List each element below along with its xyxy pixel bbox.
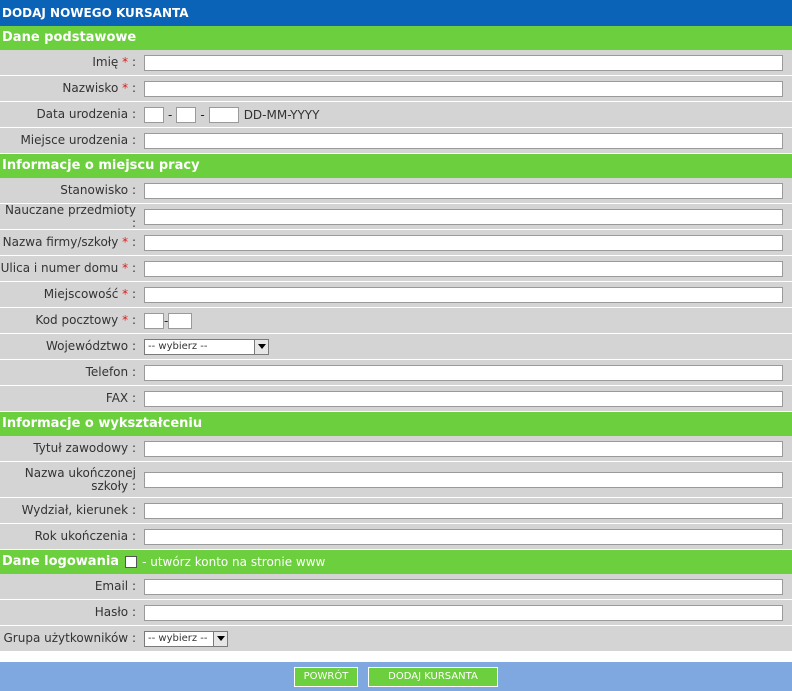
last-name-label: Nazwisko * : [62, 81, 136, 95]
date-separator: - [168, 107, 173, 122]
first-name-label: Imię * : [92, 55, 136, 69]
row-grad-year: Rok ukończenia : [0, 524, 792, 550]
row-user-group: Grupa użytkowników : -- wybierz -- [0, 626, 792, 652]
row-postal-code: Kod pocztowy * : - [0, 308, 792, 334]
row-email: Email : [0, 574, 792, 600]
company-input[interactable] [144, 234, 783, 251]
section-basic-data: Dane podstawowe [0, 26, 792, 50]
subjects-input[interactable] [144, 208, 783, 225]
fax-input[interactable] [144, 390, 783, 407]
province-select-value: -- wybierz -- [148, 341, 208, 352]
postal-code-second-input[interactable] [168, 312, 193, 329]
province-select[interactable]: -- wybierz -- [144, 338, 269, 355]
professional-title-label: Tytuł zawodowy : [33, 441, 136, 455]
faculty-label: Wydział, kierunek : [21, 503, 136, 517]
chevron-down-icon [254, 339, 268, 354]
grad-year-input[interactable] [144, 528, 783, 545]
birth-month-input[interactable] [176, 106, 197, 123]
row-subjects: Nauczane przedmioty : [0, 202, 792, 230]
email-input[interactable] [144, 578, 783, 595]
row-birth-place: Miejsce urodzenia : [0, 128, 792, 154]
position-label: Stanowisko : [60, 183, 136, 197]
subjects-label: Nauczane przedmioty : [4, 202, 136, 230]
postal-code-label: Kod pocztowy * : [35, 313, 136, 327]
section-login-title: Dane logowania [2, 554, 120, 569]
birth-day-input[interactable] [144, 106, 164, 123]
required-mark: * [122, 261, 129, 275]
row-professional-title: Tytuł zawodowy : [0, 436, 792, 462]
faculty-input[interactable] [144, 502, 783, 519]
phone-label: Telefon : [85, 365, 136, 379]
email-label: Email : [94, 579, 136, 593]
user-group-select[interactable]: -- wybierz -- [144, 630, 228, 647]
row-city: Miejscowość * : [0, 282, 792, 308]
required-mark: * [122, 313, 129, 327]
section-education-info: Informacje o wykształceniu [0, 412, 792, 436]
required-mark: * [122, 287, 129, 301]
birth-date-format-hint: DD-MM-YYYY [243, 107, 320, 122]
birth-date-label: Data urodzenia : [36, 107, 136, 121]
user-group-select-value: -- wybierz -- [148, 633, 208, 644]
row-password: Hasło : [0, 600, 792, 626]
page-title: DODAJ NOWEGO KURSANTA [0, 0, 792, 26]
add-trainee-button[interactable]: DODAJ KURSANTA [368, 666, 498, 687]
province-label: Województwo : [45, 339, 136, 353]
city-label: Miejscowość * : [43, 287, 136, 301]
row-phone: Telefon : [0, 360, 792, 386]
row-first-name: Imię * : [0, 50, 792, 76]
section-work-info: Informacje o miejscu pracy [0, 154, 792, 178]
school-label: Nazwa ukończonej szkoły : [24, 465, 136, 493]
back-button[interactable]: POWRÓT [294, 666, 358, 687]
create-account-note: - utwórz konto na stronie www [142, 555, 326, 569]
birth-place-label: Miejsce urodzenia : [20, 133, 136, 147]
last-name-input[interactable] [144, 80, 783, 97]
position-input[interactable] [144, 182, 783, 199]
section-login-data: Dane logowania - utwórz konto na stronie… [0, 550, 792, 574]
street-input[interactable] [144, 260, 783, 277]
phone-input[interactable] [144, 364, 783, 381]
fax-label: FAX : [105, 391, 136, 405]
create-account-checkbox[interactable] [125, 556, 138, 568]
row-province: Województwo : -- wybierz -- [0, 334, 792, 360]
street-label: Ulica i numer domu * : [0, 261, 136, 275]
date-separator: - [200, 107, 205, 122]
chevron-down-icon [213, 631, 227, 646]
row-birth-date: Data urodzenia : - - DD-MM-YYYY [0, 102, 792, 128]
row-faculty: Wydział, kierunek : [0, 498, 792, 524]
section-education-title: Informacje o wykształceniu [2, 416, 203, 431]
row-fax: FAX : [0, 386, 792, 412]
company-label: Nazwa firmy/szkoły * : [2, 235, 136, 249]
add-trainee-form: DODAJ NOWEGO KURSANTA Dane podstawowe Im… [0, 0, 792, 691]
section-work-title: Informacje o miejscu pracy [2, 158, 200, 173]
birth-place-input[interactable] [144, 132, 783, 149]
row-position: Stanowisko : [0, 178, 792, 204]
postal-code-first-input[interactable] [144, 312, 164, 329]
first-name-input[interactable] [144, 54, 783, 71]
city-input[interactable] [144, 286, 783, 303]
required-mark: * [122, 55, 129, 69]
row-last-name: Nazwisko * : [0, 76, 792, 102]
birth-year-input[interactable] [208, 106, 239, 123]
row-school: Nazwa ukończonej szkoły : [0, 462, 792, 498]
password-input[interactable] [144, 604, 783, 621]
row-street: Ulica i numer domu * : [0, 256, 792, 282]
section-basic-title: Dane podstawowe [2, 30, 137, 45]
password-label: Hasło : [94, 605, 136, 619]
school-input[interactable] [144, 471, 783, 488]
required-mark: * [122, 81, 129, 95]
user-group-label: Grupa użytkowników : [3, 631, 136, 645]
required-mark: * [122, 235, 129, 249]
professional-title-input[interactable] [144, 440, 783, 457]
grad-year-label: Rok ukończenia : [34, 529, 136, 543]
row-company: Nazwa firmy/szkoły * : [0, 230, 792, 256]
form-footer: POWRÓT DODAJ KURSANTA [0, 662, 792, 691]
